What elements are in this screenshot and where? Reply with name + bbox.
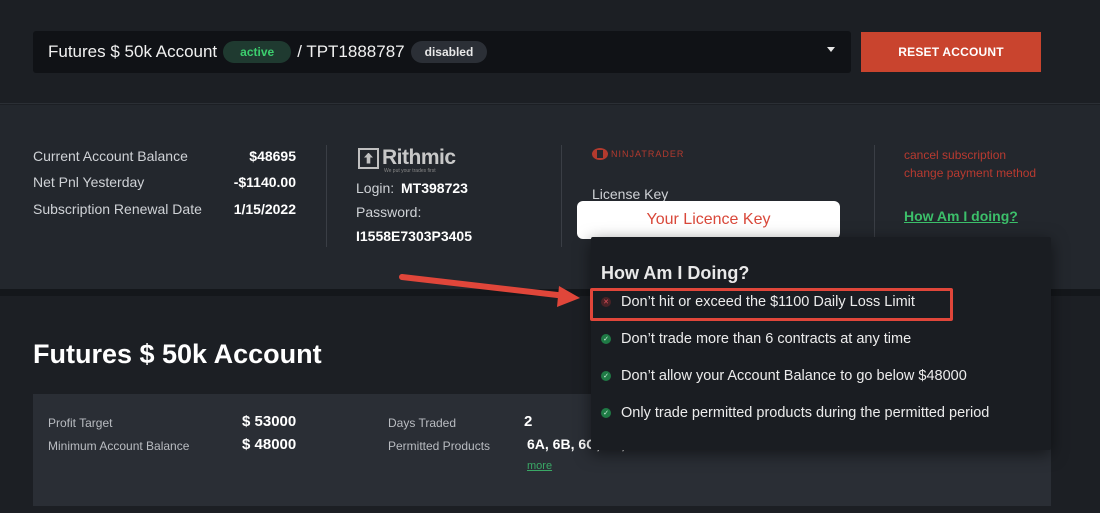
annotation-arrow-icon <box>399 274 580 307</box>
